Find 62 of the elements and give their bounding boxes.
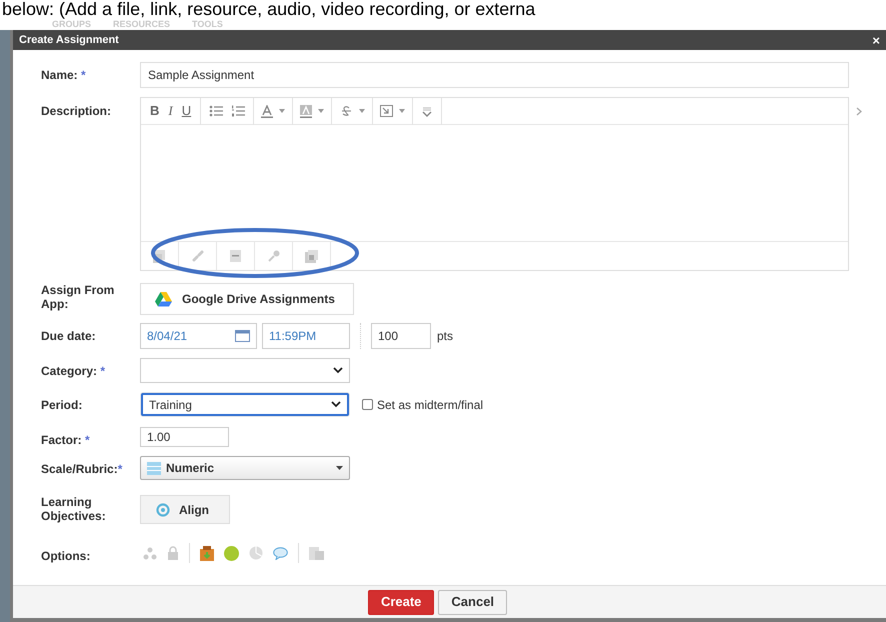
caption-text: below: (Add a file, link, resource, audio, video recording, or externa [1, 0, 536, 19]
speech-bubble-icon[interactable] [273, 546, 288, 560]
box-download-icon[interactable] [200, 546, 214, 560]
chevron-right-icon[interactable] [856, 107, 862, 116]
dropdown-select[interactable]: Training [140, 392, 350, 417]
time-field[interactable]: 11:59PM [262, 323, 350, 349]
dialog-title: Create Assignment [19, 32, 119, 48]
pie-chart-icon[interactable] [249, 546, 263, 560]
bulleted-list-icon[interactable] [209, 105, 224, 117]
field-label: Category: * [41, 364, 106, 378]
format-button[interactable]: U [182, 101, 192, 121]
spellcheck-icon[interactable] [421, 106, 434, 116]
field-label: Due date: [41, 329, 96, 343]
field-label: Assign From App: [41, 283, 114, 311]
microphone-icon[interactable] [268, 250, 280, 262]
field-label: Factor: * [41, 433, 90, 447]
dropdown-select[interactable] [140, 358, 350, 383]
chevron-down-icon [331, 401, 341, 408]
attach-file-icon[interactable] [153, 250, 166, 262]
close-button[interactable]: × [872, 34, 880, 46]
resource-icon[interactable] [230, 250, 241, 262]
checkbox[interactable] [362, 399, 373, 410]
link-icon[interactable] [192, 250, 204, 262]
target-icon [156, 502, 170, 516]
field-label: Learning Objectives: [41, 495, 106, 523]
checkbox-label: Set as midterm/final [377, 396, 484, 414]
points-field[interactable]: 100 [371, 323, 431, 349]
highlight-color-icon[interactable] [300, 104, 312, 118]
field-label: Scale/Rubric:* [41, 462, 122, 476]
date-field[interactable]: 8/04/21 [140, 323, 257, 349]
font-color-icon[interactable] [261, 104, 274, 118]
insert-icon[interactable] [380, 105, 394, 117]
caret-icon [359, 109, 366, 113]
caret-icon [279, 109, 286, 113]
google-drive-button[interactable]: Google Drive Assignments [140, 283, 354, 315]
caret-icon [336, 466, 343, 470]
group-icon[interactable] [143, 546, 157, 560]
format-button[interactable]: I [168, 101, 173, 121]
caret-icon [318, 109, 324, 113]
factor-field[interactable]: 1.00 [140, 427, 229, 447]
drive-logo-icon [155, 292, 172, 306]
field-label: Options: [41, 549, 90, 563]
clipboard-icon[interactable] [309, 546, 324, 560]
lock-icon[interactable] [167, 546, 179, 560]
scale-icon [147, 462, 161, 474]
align-button[interactable]: Align [140, 495, 230, 524]
field-label: Description: [41, 104, 112, 118]
media-icon[interactable] [305, 250, 318, 262]
format-button[interactable]: B [150, 101, 160, 121]
circle-icon[interactable] [224, 546, 239, 560]
field-label: Name: * [41, 68, 86, 82]
strikethrough-script-icon[interactable] [339, 105, 354, 117]
caret-icon [399, 109, 406, 113]
field-label: Period: [41, 398, 82, 412]
create-button[interactable]: Create [368, 590, 434, 614]
numbered-list-icon[interactable] [231, 105, 246, 117]
scale-dropdown[interactable]: Numeric [140, 456, 350, 480]
name-field[interactable]: Sample Assignment [140, 62, 849, 88]
cancel-button[interactable]: Cancel [438, 590, 508, 614]
points-unit: pts [437, 328, 454, 345]
calendar-icon[interactable] [235, 330, 250, 342]
chevron-down-icon [333, 367, 343, 374]
